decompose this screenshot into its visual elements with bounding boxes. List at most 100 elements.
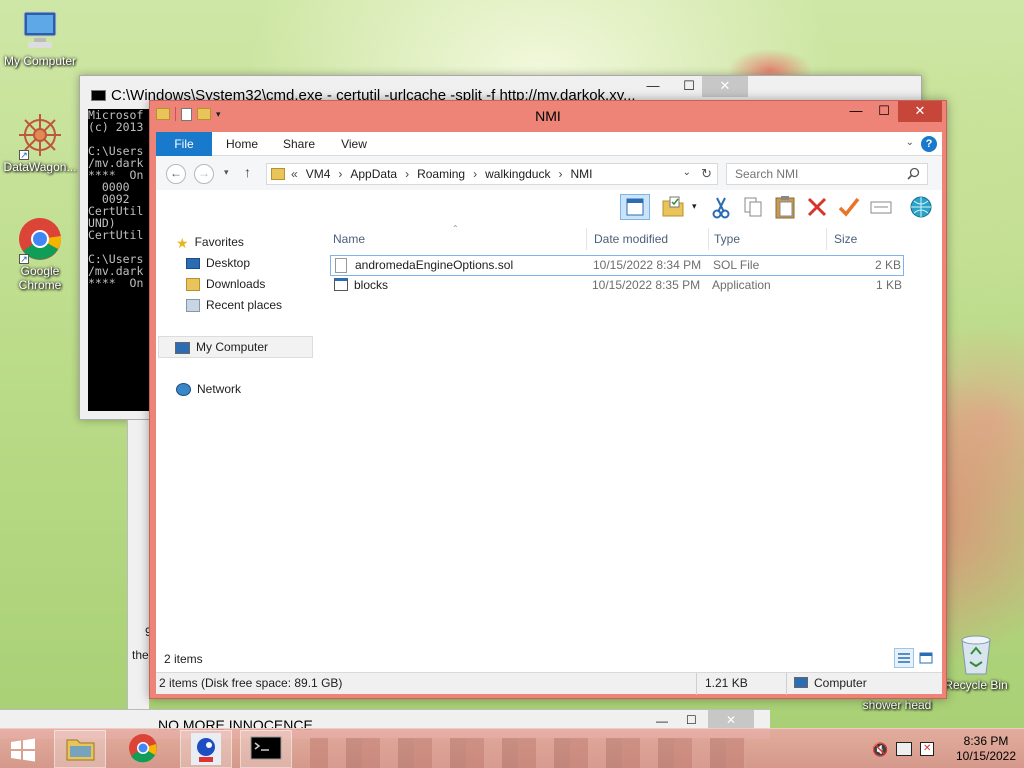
- desktop-icon-label: My Computer: [3, 54, 77, 68]
- maximize-button[interactable]: ☐: [686, 713, 697, 727]
- taskbar-cmd[interactable]: [240, 730, 292, 768]
- chevron-down-icon[interactable]: ▾: [692, 201, 697, 212]
- computer-icon: [794, 677, 808, 688]
- search-box[interactable]: [726, 163, 928, 185]
- breadcrumb-separator[interactable]: ›: [556, 164, 564, 184]
- computer-icon: [18, 10, 62, 52]
- properties-icon[interactable]: [181, 107, 192, 121]
- taskbar: 🔇 ✕ 8:36 PM 10/15/2022: [0, 728, 1024, 768]
- nav-label: Network: [197, 382, 242, 396]
- breadcrumb-overflow[interactable]: «: [289, 164, 300, 184]
- rename-check-icon[interactable]: [836, 194, 862, 220]
- navigation-pane: ★ Favorites Desktop Downloads Recent plac…: [156, 224, 319, 672]
- close-button[interactable]: ✕: [898, 101, 942, 122]
- details-view-icon[interactable]: [894, 648, 914, 668]
- column-divider[interactable]: [826, 228, 827, 250]
- breadcrumb-item[interactable]: AppData: [344, 164, 403, 184]
- nav-downloads[interactable]: Downloads: [186, 273, 265, 295]
- chevron-down-icon[interactable]: ⌄: [906, 137, 914, 148]
- column-header-size[interactable]: Size: [834, 228, 857, 250]
- sort-up-icon: ⌃: [452, 224, 459, 233]
- large-icons-view-icon[interactable]: [916, 648, 936, 668]
- back-button[interactable]: ←: [166, 164, 186, 184]
- breadcrumb-item[interactable]: walkingduck: [479, 164, 556, 184]
- close-button[interactable]: ✕: [708, 710, 754, 730]
- chrome-icon: ↗: [17, 216, 63, 264]
- cmd-console-output[interactable]: Microsof (c) 2013 C:\Users/mv.dark **** On …: [88, 109, 150, 411]
- status-location: Computer: [814, 676, 867, 690]
- nav-recent-places[interactable]: Recent places: [186, 294, 282, 316]
- tab-share[interactable]: Share: [274, 132, 324, 156]
- toolbar: ▾: [156, 190, 942, 224]
- nav-my-computer[interactable]: My Computer: [158, 336, 313, 358]
- address-dropdown-icon[interactable]: ⌄: [683, 167, 691, 178]
- desktop-icon-recycle-bin[interactable]: Recycle Bin: [936, 632, 1016, 692]
- column-divider[interactable]: [708, 228, 709, 250]
- volume-muted-icon[interactable]: 🔇: [872, 742, 888, 758]
- items-count: 2 items: [164, 652, 203, 666]
- nav-label: Favorites: [194, 235, 244, 249]
- explorer-window[interactable]: NMI ▾ — ☐ ✕ File Home Share View ⌄ ? ← →…: [149, 100, 947, 699]
- tab-view[interactable]: View: [332, 132, 376, 156]
- up-arrow-icon[interactable]: ↑: [244, 164, 251, 180]
- desktop-icon-google-chrome[interactable]: ↗ Google Chrome: [0, 216, 80, 292]
- maximize-button[interactable]: ☐: [872, 101, 896, 122]
- table-row[interactable]: blocks 10/15/2022 8:35 PM Application 1 …: [330, 276, 904, 297]
- breadcrumb-separator[interactable]: ›: [471, 164, 479, 184]
- taskbar-chrome[interactable]: [118, 730, 170, 768]
- chevron-down-icon[interactable]: ▾: [216, 109, 221, 120]
- nav-network[interactable]: Network: [176, 378, 241, 400]
- search-input[interactable]: [727, 164, 897, 184]
- column-header-type[interactable]: Type: [714, 228, 740, 250]
- column-header-name[interactable]: Name: [333, 228, 365, 250]
- content-area: ★ Favorites Desktop Downloads Recent plac…: [156, 224, 942, 672]
- preview-pane-button[interactable]: [620, 194, 650, 220]
- tab-home[interactable]: Home: [218, 132, 266, 156]
- paste-icon[interactable]: [772, 194, 798, 220]
- properties-icon[interactable]: [868, 194, 894, 220]
- nav-desktop[interactable]: Desktop: [186, 252, 250, 274]
- copy-icon[interactable]: [740, 194, 766, 220]
- folder-options-icon[interactable]: [660, 194, 686, 220]
- breadcrumb-item[interactable]: Roaming: [411, 164, 471, 184]
- nav-favorites[interactable]: ★ Favorites: [176, 231, 244, 253]
- sonic-game-icon: [191, 733, 221, 765]
- taskbar-file-explorer[interactable]: [54, 730, 106, 768]
- network-icon[interactable]: [896, 742, 913, 756]
- recent-locations-chevron-icon[interactable]: ▾: [224, 167, 229, 178]
- breadcrumb-item[interactable]: VM4: [300, 164, 337, 184]
- new-folder-icon[interactable]: [197, 108, 211, 120]
- action-center-icon[interactable]: ✕: [920, 742, 935, 756]
- help-icon[interactable]: ?: [921, 136, 937, 152]
- address-row: ← → ▾ ↑ « VM4 › AppData › Roaming › walkingduc…: [156, 156, 942, 190]
- refresh-icon[interactable]: ↻: [701, 166, 712, 182]
- address-bar[interactable]: « VM4 › AppData › Roaming › walkingduck › NMI ⌄ …: [266, 163, 718, 185]
- minimize-button[interactable]: —: [656, 714, 668, 728]
- breadcrumb-item[interactable]: NMI: [564, 164, 598, 184]
- breadcrumb-separator[interactable]: ›: [336, 164, 344, 184]
- tab-file[interactable]: File: [156, 132, 212, 156]
- clock[interactable]: 8:36 PM 10/15/2022: [950, 734, 1022, 764]
- file-list: ⌃ Name Date modified Type Size andromeda…: [328, 224, 942, 672]
- breadcrumb-separator[interactable]: ›: [403, 164, 411, 184]
- folder-icon[interactable]: [156, 108, 170, 120]
- start-button[interactable]: [10, 738, 36, 765]
- minimize-button[interactable]: —: [840, 101, 872, 122]
- globe-icon[interactable]: [908, 194, 934, 220]
- taskbar-game[interactable]: [180, 730, 232, 768]
- cut-icon[interactable]: [708, 194, 734, 220]
- delete-icon[interactable]: [804, 194, 830, 220]
- column-divider[interactable]: [586, 228, 587, 250]
- desktop-icon-label: Recycle Bin: [944, 678, 1008, 692]
- status-bar: 2 items (Disk free space: 89.1 GB) 1.21 …: [156, 672, 942, 695]
- search-icon[interactable]: [907, 167, 920, 183]
- cmd-close-button[interactable]: ✕: [702, 76, 748, 97]
- desktop-icon-my-computer[interactable]: My Computer: [0, 10, 80, 68]
- desktop-icon-shower-head[interactable]: shower head: [856, 698, 938, 712]
- file-date: 10/15/2022 8:35 PM: [592, 278, 701, 292]
- desktop-icon-datawagon[interactable]: ↗ DataWagon...: [0, 112, 80, 174]
- table-row[interactable]: andromedaEngineOptions.sol 10/15/2022 8:…: [330, 255, 904, 276]
- column-header-date[interactable]: Date modified: [594, 228, 668, 250]
- forward-button[interactable]: →: [194, 164, 214, 184]
- system-tray: 🔇 ✕: [872, 742, 935, 758]
